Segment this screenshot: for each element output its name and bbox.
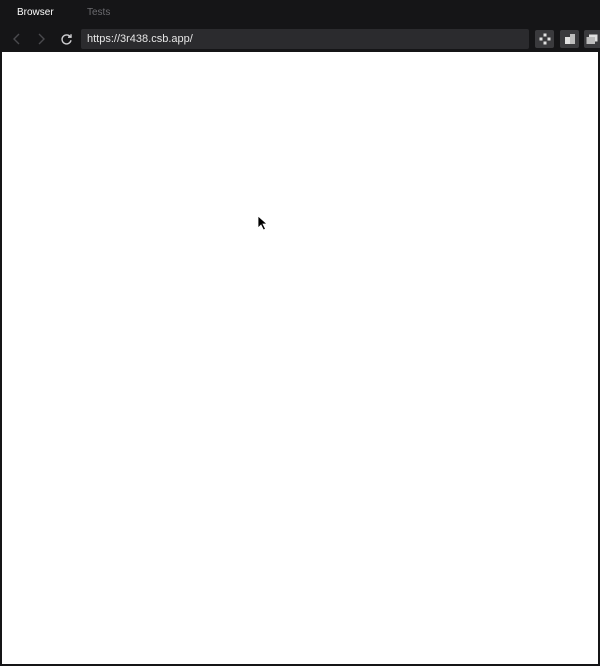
gamepad-icon [539, 33, 550, 45]
chevron-left-icon [13, 33, 20, 45]
tab-tests[interactable]: Tests [87, 0, 110, 25]
tab-bar: Browser Tests [0, 0, 600, 25]
open-new-window-button[interactable] [584, 30, 600, 48]
mouse-cursor-icon [257, 215, 269, 231]
tab-browser[interactable]: Browser [17, 0, 54, 25]
browser-viewport[interactable] [2, 52, 598, 664]
browser-toolbar: https://3r438.csb.app/ [0, 25, 600, 52]
reload-icon [60, 33, 72, 45]
reload-button[interactable] [57, 30, 75, 48]
forward-button[interactable] [32, 30, 50, 48]
back-button[interactable] [8, 30, 26, 48]
window-icon [586, 34, 598, 44]
chevron-right-icon [38, 33, 45, 45]
cubes-icon [564, 34, 575, 44]
address-bar[interactable]: https://3r438.csb.app/ [81, 29, 529, 49]
responsive-button[interactable] [560, 30, 579, 48]
devtools-button[interactable] [535, 30, 554, 48]
